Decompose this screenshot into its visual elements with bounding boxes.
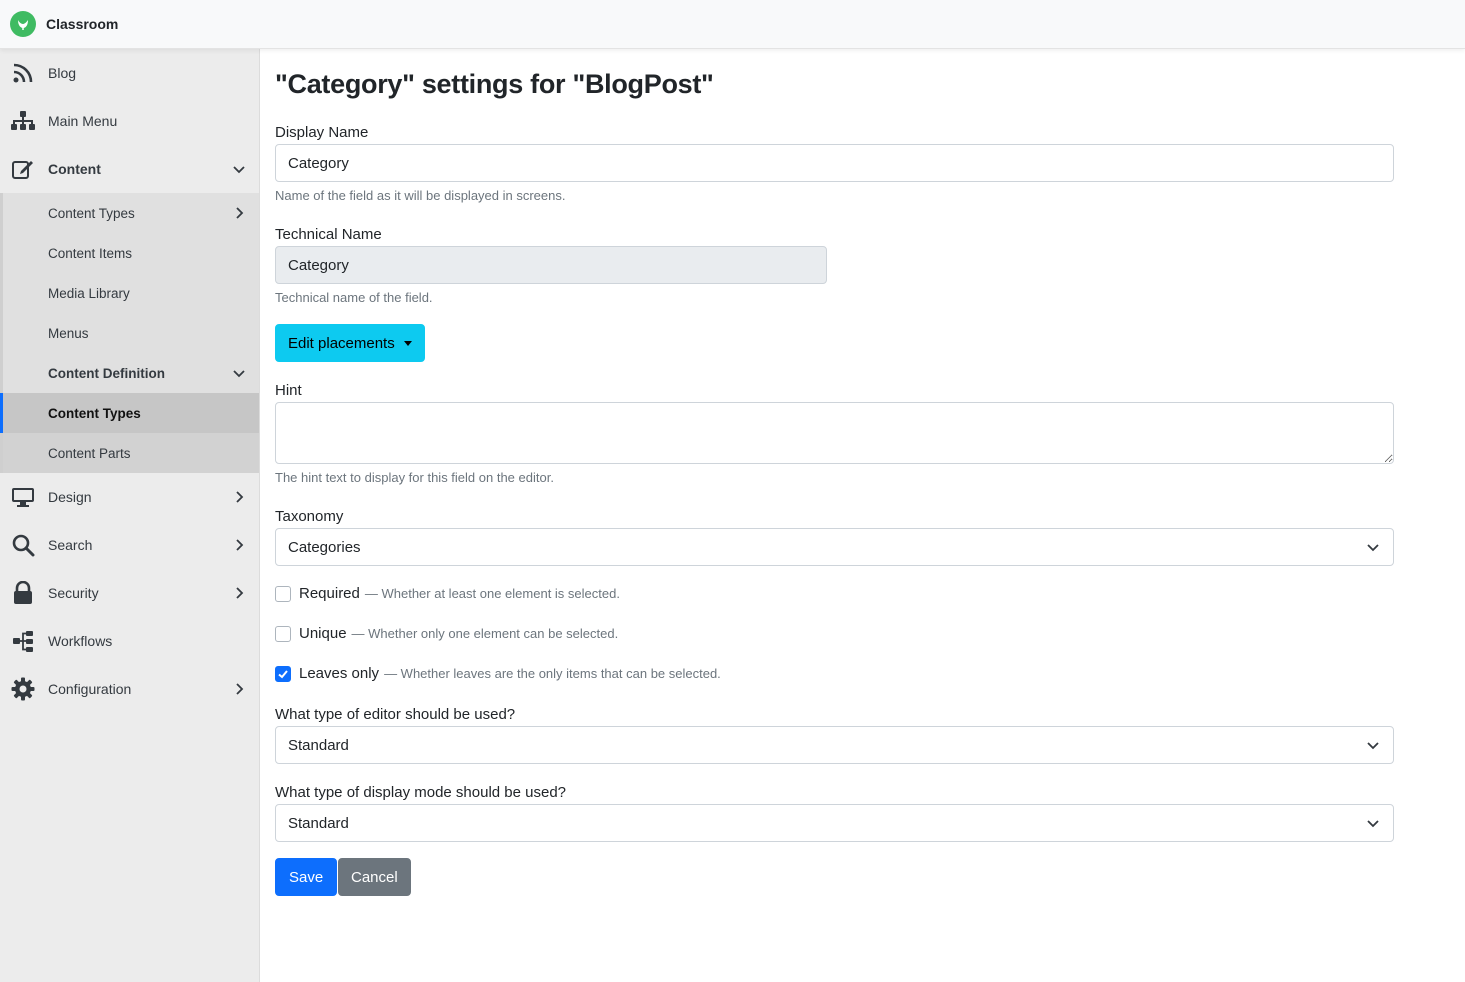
gear-icon: [10, 676, 36, 702]
sidebar-item-design[interactable]: Design: [0, 473, 259, 521]
page-title: "Category" settings for "BlogPost": [275, 69, 714, 99]
unique-description: — Whether only one element can be select…: [351, 626, 619, 641]
hint-textarea[interactable]: [275, 402, 1394, 464]
editor-label: What type of editor should be used?: [275, 706, 516, 723]
sidebar-item-label: Media Library: [48, 285, 130, 301]
required-description: — Whether at least one element is select…: [364, 586, 620, 601]
content-submenu: Content Types Content Items Media Librar…: [0, 193, 259, 473]
sidebar: Blog Main Menu Content Content Types Con…: [0, 49, 260, 982]
display-name-help: Name of the field as it will be displaye…: [275, 188, 566, 203]
unique-checkbox[interactable]: [275, 625, 291, 642]
sidebar-item-blog[interactable]: Blog: [0, 49, 259, 97]
sidebar-item-label: Content Parts: [48, 445, 131, 461]
leaves-only-description: — Whether leaves are the only items that…: [384, 666, 721, 681]
sidebar-item-content-definition[interactable]: Content Definition: [3, 353, 259, 393]
display-mode-selected: Standard: [288, 814, 349, 832]
sidebar-item-menus[interactable]: Menus: [3, 313, 259, 353]
edit-icon: [10, 156, 36, 182]
technical-name-value: Category: [288, 256, 349, 274]
chevron-down-icon: [233, 367, 245, 379]
sidebar-item-label: Content: [48, 161, 101, 177]
sidebar-item-content-parts[interactable]: Content Parts: [3, 433, 259, 473]
sitemap-icon: [10, 108, 36, 134]
technical-name-input[interactable]: Category: [275, 246, 827, 284]
desktop-icon: [10, 484, 36, 510]
chevron-down-icon: [1367, 739, 1379, 751]
save-button[interactable]: Save: [275, 858, 338, 896]
search-icon: [10, 532, 36, 558]
taxonomy-label: Taxonomy: [275, 508, 344, 525]
sidebar-item-label: Main Menu: [48, 113, 118, 129]
hint-label: Hint: [275, 382, 302, 399]
sidebar-item-main-menu[interactable]: Main Menu: [0, 97, 259, 145]
required-checkbox[interactable]: [275, 585, 291, 602]
sidebar-item-label: Design: [48, 489, 92, 505]
chevron-right-icon: [233, 587, 245, 599]
unique-option: Unique — Whether only one element can be…: [275, 625, 618, 642]
sidebar-item-configuration[interactable]: Configuration: [0, 665, 259, 713]
sidebar-item-content-items[interactable]: Content Items: [3, 233, 259, 273]
editor-select[interactable]: Standard: [275, 726, 1394, 764]
sidebar-item-label: Content Types: [48, 205, 135, 221]
sidebar-item-content-types[interactable]: Content Types: [3, 193, 259, 233]
display-name-value: Category: [288, 154, 349, 172]
sidebar-item-label: Workflows: [48, 633, 113, 649]
display-mode-label: What type of display mode should be used…: [275, 784, 567, 801]
cancel-button[interactable]: Cancel: [338, 858, 411, 896]
chevron-right-icon: [233, 207, 245, 219]
sidebar-item-label: Content Items: [48, 245, 133, 261]
leaves-only-label[interactable]: Leaves only: [299, 665, 379, 682]
sidebar-item-security[interactable]: Security: [0, 569, 259, 617]
taxonomy-selected: Categories: [288, 538, 361, 556]
display-name-input[interactable]: Category: [275, 144, 1394, 182]
caret-down-icon: [403, 340, 412, 346]
sidebar-item-label: Content Definition: [48, 365, 165, 381]
chevron-down-icon: [233, 163, 245, 175]
leaves-only-checkbox[interactable]: [275, 665, 291, 682]
chevron-right-icon: [233, 539, 245, 551]
chevron-down-icon: [1367, 541, 1379, 553]
workflow-icon: [10, 628, 36, 654]
rss-icon: [10, 60, 36, 86]
unique-label[interactable]: Unique: [299, 625, 347, 642]
edit-placements-label: Edit placements: [288, 334, 395, 352]
technical-name-help: Technical name of the field.: [275, 290, 433, 305]
display-name-label: Display Name: [275, 124, 369, 141]
sidebar-item-definition-content-types[interactable]: Content Types: [0, 393, 259, 433]
chevron-down-icon: [1367, 817, 1379, 829]
required-option: Required — Whether at least one element …: [275, 585, 620, 602]
lock-icon: [10, 580, 36, 606]
sidebar-item-media-library[interactable]: Media Library: [3, 273, 259, 313]
sidebar-item-search[interactable]: Search: [0, 521, 259, 569]
required-label[interactable]: Required: [299, 585, 360, 602]
editor-selected: Standard: [288, 736, 349, 754]
leaves-only-option: Leaves only — Whether leaves are the onl…: [275, 665, 721, 682]
sidebar-item-label: Configuration: [48, 681, 132, 697]
display-mode-select[interactable]: Standard: [275, 804, 1394, 842]
hint-help: The hint text to display for this field …: [275, 470, 554, 485]
sidebar-item-content[interactable]: Content: [0, 145, 259, 193]
sidebar-item-workflows[interactable]: Workflows: [0, 617, 259, 665]
sidebar-item-label: Content Types: [48, 405, 141, 421]
top-navbar: Classroom: [0, 0, 1465, 49]
technical-name-label: Technical Name: [275, 226, 382, 243]
sidebar-item-label: Security: [48, 585, 99, 601]
edit-placements-button[interactable]: Edit placements: [275, 324, 425, 362]
app-title[interactable]: Classroom: [46, 16, 118, 32]
sidebar-item-label: Blog: [48, 65, 77, 81]
taxonomy-select[interactable]: Categories: [275, 528, 1394, 566]
checkmark-icon: [278, 669, 288, 678]
sidebar-item-label: Search: [48, 537, 93, 553]
classroom-logo-icon[interactable]: [10, 11, 36, 37]
chevron-right-icon: [233, 491, 245, 503]
chevron-right-icon: [233, 683, 245, 695]
sidebar-item-label: Menus: [48, 325, 89, 341]
